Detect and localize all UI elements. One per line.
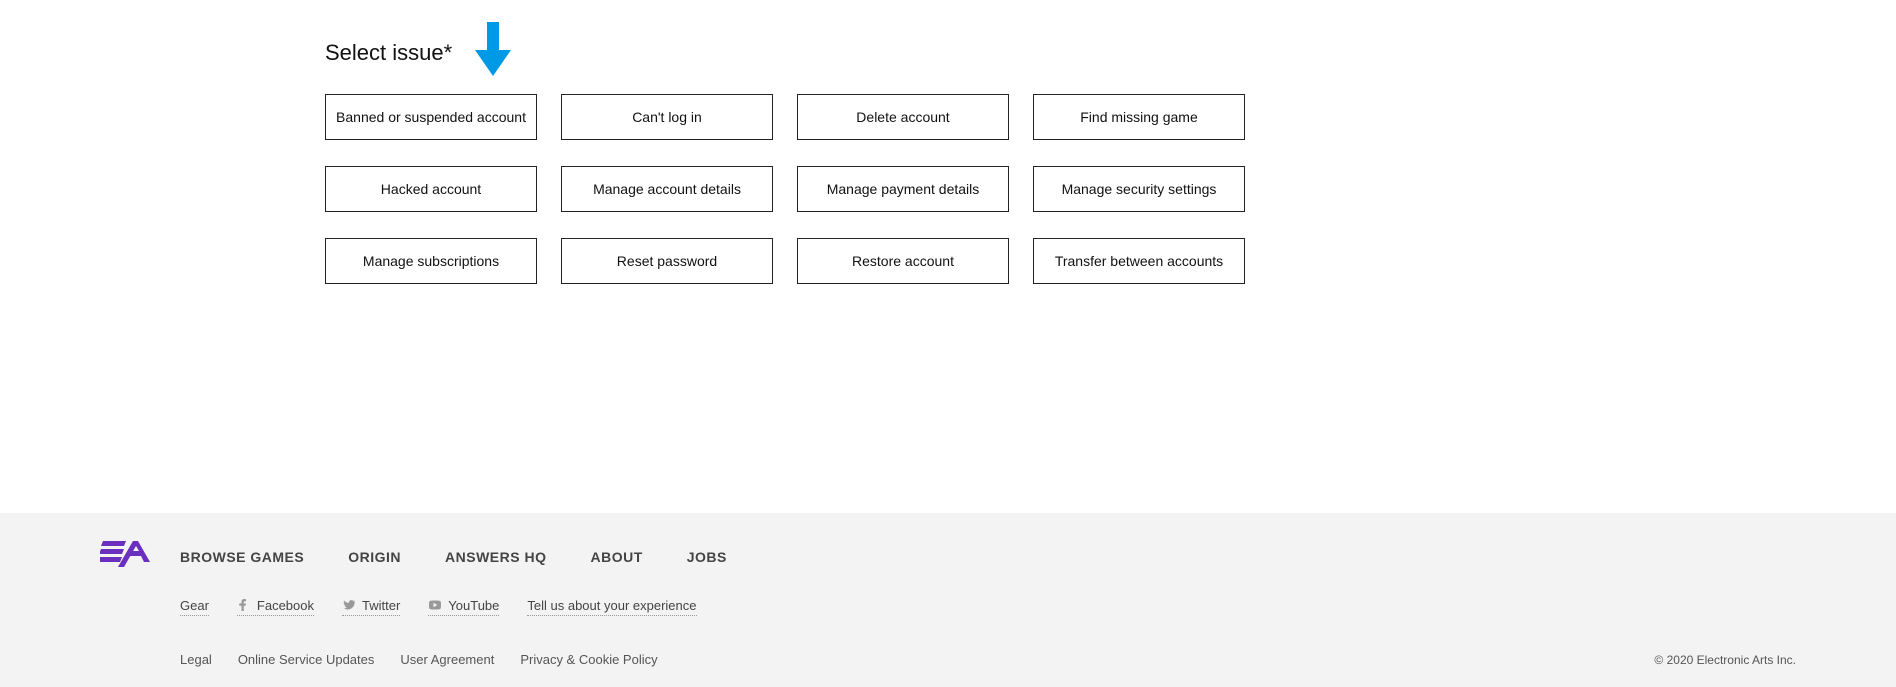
option-label: Transfer between accounts	[1055, 253, 1223, 269]
option-banned-suspended[interactable]: Banned or suspended account	[325, 94, 537, 140]
nav-origin[interactable]: ORIGIN	[348, 549, 401, 565]
site-footer: BROWSE GAMES ORIGIN ANSWERS HQ ABOUT JOB…	[0, 513, 1896, 687]
option-label: Manage subscriptions	[363, 253, 499, 269]
option-find-missing-game[interactable]: Find missing game	[1033, 94, 1245, 140]
link-label: YouTube	[448, 598, 499, 613]
twitter-icon	[342, 599, 356, 613]
nav-about[interactable]: ABOUT	[590, 549, 642, 565]
link-online-service-updates[interactable]: Online Service Updates	[238, 652, 375, 667]
link-label: Tell us about your experience	[527, 598, 696, 613]
link-user-agreement[interactable]: User Agreement	[400, 652, 494, 667]
option-manage-security[interactable]: Manage security settings	[1033, 166, 1245, 212]
option-label: Delete account	[856, 109, 949, 125]
select-issue-heading: Select issue*	[325, 40, 1896, 66]
option-manage-payment[interactable]: Manage payment details	[797, 166, 1009, 212]
link-feedback[interactable]: Tell us about your experience	[527, 598, 696, 616]
option-cant-log-in[interactable]: Can't log in	[561, 94, 773, 140]
option-label: Manage payment details	[827, 181, 980, 197]
option-manage-subscriptions[interactable]: Manage subscriptions	[325, 238, 537, 284]
option-label: Hacked account	[381, 181, 481, 197]
nav-browse-games[interactable]: BROWSE GAMES	[180, 549, 304, 565]
nav-jobs[interactable]: JOBS	[687, 549, 727, 565]
option-transfer-accounts[interactable]: Transfer between accounts	[1033, 238, 1245, 284]
option-manage-account[interactable]: Manage account details	[561, 166, 773, 212]
nav-answers-hq[interactable]: ANSWERS HQ	[445, 549, 546, 565]
link-privacy-cookie[interactable]: Privacy & Cookie Policy	[520, 652, 657, 667]
footer-legal-row: Legal Online Service Updates User Agreem…	[180, 652, 1796, 667]
arrow-down-icon	[475, 22, 511, 81]
footer-nav: BROWSE GAMES ORIGIN ANSWERS HQ ABOUT JOB…	[180, 549, 727, 565]
option-label: Can't log in	[632, 109, 702, 125]
option-label: Banned or suspended account	[336, 109, 526, 125]
ea-logo-icon	[100, 541, 150, 572]
option-label: Manage security settings	[1062, 181, 1217, 197]
option-hacked-account[interactable]: Hacked account	[325, 166, 537, 212]
page: Select issue* Banned or suspended accoun…	[0, 0, 1896, 687]
option-label: Restore account	[852, 253, 954, 269]
youtube-icon	[428, 599, 442, 613]
link-label: Facebook	[257, 598, 314, 613]
option-restore-account[interactable]: Restore account	[797, 238, 1009, 284]
option-delete-account[interactable]: Delete account	[797, 94, 1009, 140]
link-facebook[interactable]: Facebook	[237, 598, 314, 616]
link-label: Twitter	[362, 598, 400, 613]
facebook-icon	[237, 599, 251, 613]
footer-social-row: Gear Facebook Twitter	[180, 598, 1796, 616]
issue-selector: Select issue* Banned or suspended accoun…	[0, 0, 1896, 310]
option-label: Manage account details	[593, 181, 741, 197]
copyright-text: © 2020 Electronic Arts Inc.	[1654, 653, 1796, 667]
link-gear[interactable]: Gear	[180, 598, 209, 616]
link-label: Gear	[180, 598, 209, 613]
issue-options-grid: Banned or suspended account Can't log in…	[325, 94, 1265, 310]
link-youtube[interactable]: YouTube	[428, 598, 499, 616]
option-label: Reset password	[617, 253, 717, 269]
link-legal[interactable]: Legal	[180, 652, 212, 667]
option-reset-password[interactable]: Reset password	[561, 238, 773, 284]
option-label: Find missing game	[1080, 109, 1198, 125]
link-twitter[interactable]: Twitter	[342, 598, 400, 616]
